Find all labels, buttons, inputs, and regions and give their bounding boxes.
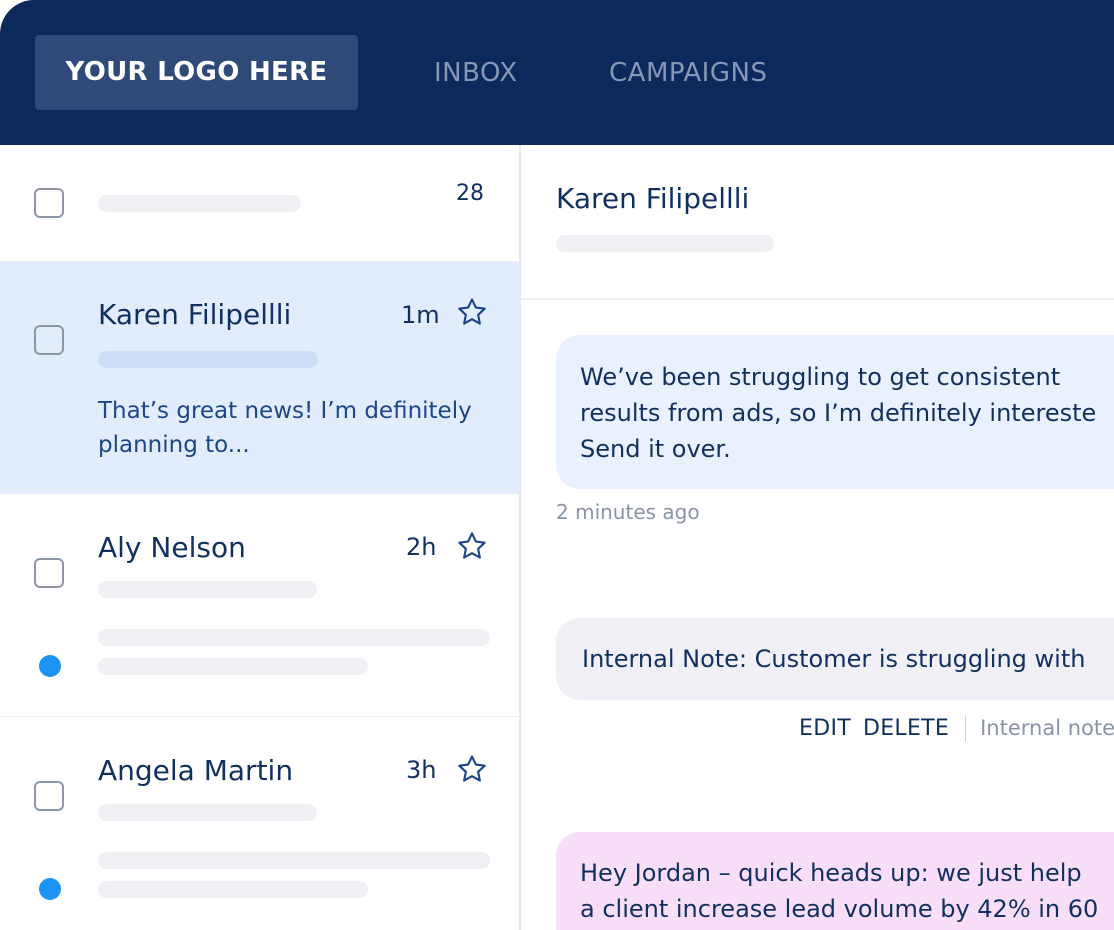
message-time: 3h	[406, 756, 437, 784]
incoming-message-bubble: We’ve been struggling to get consistent …	[556, 335, 1114, 489]
message-line: We’ve been struggling to get consistent	[580, 363, 1061, 391]
conversation-item-aly[interactable]: Aly Nelson 2h	[0, 494, 519, 716]
unread-indicator	[39, 878, 61, 900]
outgoing-message-bubble: Hey Jordan – quick heads up: we just hel…	[556, 832, 1114, 930]
edit-note-button[interactable]: EDIT	[799, 716, 851, 741]
conversation-item-angela[interactable]: Angela Martin 3h	[0, 717, 519, 930]
message-snippet: That’s great news! I’m definitely planni…	[98, 394, 498, 462]
placeholder-bar	[98, 881, 368, 898]
placeholder-bar	[98, 351, 318, 368]
placeholder-bar	[98, 658, 368, 675]
star-icon[interactable]	[456, 296, 488, 328]
conversation-contact-name: Karen Filipellli	[556, 182, 750, 215]
message-line: results from ads, so I’m definitely inte…	[580, 399, 1097, 427]
conversation-item-karen[interactable]: Karen Filipellli 1m That’s great news! I…	[0, 262, 519, 494]
message-time: 1m	[401, 301, 440, 329]
unread-indicator	[39, 655, 61, 677]
conversation-header: Karen Filipellli	[521, 145, 1114, 300]
contact-name: Angela Martin	[98, 754, 294, 787]
placeholder-bar	[98, 852, 490, 869]
note-actions: EDIT DELETE Internal note	[799, 713, 1114, 744]
message-line: Hey Jordan – quick heads up: we just hel…	[580, 859, 1082, 887]
message-line: a client increase lead volume by 42% in …	[580, 895, 1099, 923]
placeholder-bar	[98, 629, 490, 646]
tab-campaigns[interactable]: CAMPAIGNS	[609, 56, 767, 90]
message-time: 2h	[406, 533, 437, 561]
divider	[965, 716, 967, 742]
conversation-checkbox[interactable]	[34, 558, 64, 588]
top-navigation-bar: YOUR LOGO HERE INBOX CAMPAIGNS	[0, 0, 1114, 145]
conversation-checkbox[interactable]	[34, 781, 64, 811]
logo[interactable]: YOUR LOGO HERE	[35, 35, 358, 110]
placeholder-bar	[98, 581, 317, 598]
conversation-pane: Karen Filipellli We’ve been struggling t…	[521, 145, 1114, 930]
contact-name: Karen Filipellli	[98, 298, 292, 331]
snippet-line: planning to...	[98, 432, 250, 458]
star-icon[interactable]	[456, 753, 488, 785]
delete-note-button[interactable]: DELETE	[863, 716, 949, 741]
list-header-row: 28	[0, 145, 519, 261]
conversation-count: 28	[456, 181, 484, 206]
internal-note-bubble: Internal Note: Customer is struggling wi…	[556, 618, 1114, 700]
contact-name: Aly Nelson	[98, 531, 246, 564]
star-icon[interactable]	[456, 530, 488, 562]
snippet-line: That’s great news! I’m definitely	[98, 398, 472, 424]
message-line: Send it over.	[580, 435, 731, 463]
app-window: YOUR LOGO HERE INBOX CAMPAIGNS 28 Karen …	[0, 0, 1114, 930]
select-all-checkbox[interactable]	[34, 188, 64, 218]
internal-note-text: Internal Note: Customer is struggling wi…	[582, 645, 1086, 673]
placeholder-bar	[98, 804, 317, 821]
conversation-checkbox[interactable]	[34, 325, 64, 355]
message-timestamp: 2 minutes ago	[556, 500, 700, 524]
tab-inbox[interactable]: INBOX	[434, 56, 518, 90]
placeholder-bar	[98, 195, 301, 212]
conversation-list: 28 Karen Filipellli 1m That’s great news…	[0, 145, 521, 930]
internal-note-label: Internal note	[980, 716, 1114, 740]
placeholder-bar	[556, 235, 774, 252]
